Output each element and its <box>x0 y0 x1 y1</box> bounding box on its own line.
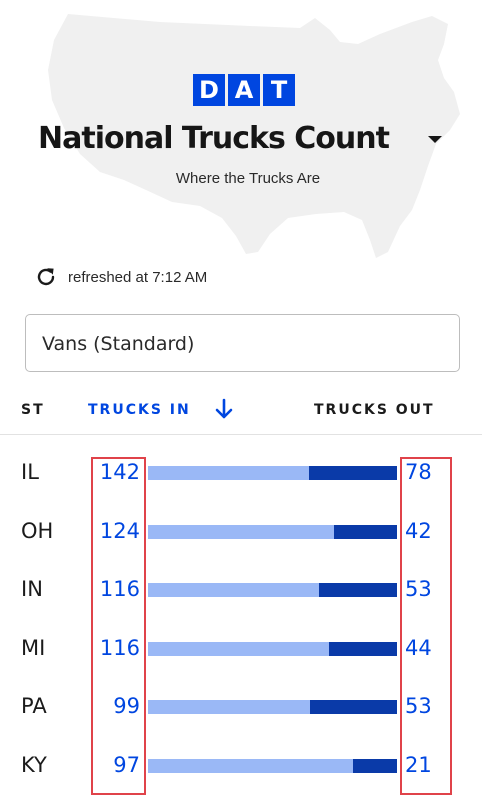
header-divider <box>0 434 482 435</box>
ratio-bar <box>148 466 397 480</box>
column-header-trucks-out[interactable]: TRUCKS OUT <box>314 402 435 418</box>
trucks-in-value: 142 <box>99 460 140 484</box>
bar-in-segment <box>148 466 309 480</box>
logo-letter: T <box>263 74 295 106</box>
trucks-in-value: 97 <box>113 752 140 777</box>
ratio-bar <box>148 641 397 656</box>
trucks-in-value: 99 <box>113 694 140 719</box>
bar-out-segment <box>310 700 397 715</box>
logo-letter: A <box>228 74 260 106</box>
bar-out-segment <box>318 583 397 598</box>
page-subtitle: Where the Trucks Are <box>175 170 321 187</box>
bar-in-segment <box>148 700 311 715</box>
state-code: KY <box>21 752 47 777</box>
arrow-down-icon[interactable] <box>214 398 234 420</box>
equipment-type-select[interactable]: Vans (Standard) <box>25 314 460 372</box>
refresh-status: refreshed at 7:12 AM <box>34 265 207 289</box>
refresh-timestamp: refreshed at 7:12 AM <box>68 268 208 286</box>
trucks-in-value: 116 <box>99 635 140 660</box>
trucks-in-value: 116 <box>99 577 140 602</box>
ratio-bar <box>148 583 397 598</box>
table-row[interactable]: IL 142 78 <box>0 444 482 503</box>
state-code: OH <box>21 518 54 543</box>
table-row[interactable]: KY 97 21 <box>0 737 482 796</box>
bar-in-segment <box>148 758 353 773</box>
table-row[interactable]: PA 99 53 <box>0 678 482 737</box>
table-header: ST TRUCKS IN TRUCKS OUT <box>0 396 482 426</box>
column-header-state[interactable]: ST <box>21 402 45 418</box>
state-code: MI <box>21 635 46 660</box>
trucks-out-value: 53 <box>405 577 432 602</box>
bar-out-segment <box>334 524 397 539</box>
trucks-out-value: 78 <box>405 460 432 484</box>
state-code: IL <box>21 460 39 484</box>
ratio-bar <box>148 700 397 715</box>
bar-out-segment <box>352 758 397 773</box>
trucks-out-value: 53 <box>405 694 432 719</box>
bar-out-segment <box>328 641 397 656</box>
table-row[interactable]: MI 116 44 <box>0 620 482 679</box>
page-title: National Trucks Count <box>38 121 390 156</box>
title-row[interactable]: National Trucks Count <box>0 116 482 162</box>
caret-down-icon[interactable] <box>428 136 442 143</box>
bar-in-segment <box>148 524 334 539</box>
trucks-out-value: 44 <box>405 635 432 660</box>
table-row[interactable]: IN 116 53 <box>0 561 482 620</box>
state-code: IN <box>21 577 43 602</box>
bar-in-segment <box>148 583 319 598</box>
state-code: PA <box>21 694 47 719</box>
bar-in-segment <box>148 641 329 656</box>
trucks-out-value: 42 <box>405 518 432 543</box>
ratio-bar <box>148 758 397 773</box>
column-header-trucks-in[interactable]: TRUCKS IN <box>88 402 191 418</box>
dat-logo: D A T <box>193 74 295 106</box>
table-row[interactable]: OH 124 42 <box>0 503 482 562</box>
equipment-type-value: Vans (Standard) <box>42 333 195 355</box>
trucks-out-value: 21 <box>405 752 432 777</box>
logo-letter: D <box>193 74 225 106</box>
refresh-icon[interactable] <box>34 265 58 289</box>
ratio-bar <box>148 524 397 539</box>
trucks-count-page: D A T National Trucks Count Where the Tr… <box>0 0 482 797</box>
state-rows: IL 142 78 OH 124 42 IN 116 53 MI 116 44 … <box>0 444 482 796</box>
trucks-in-value: 124 <box>99 518 140 543</box>
bar-out-segment <box>308 466 397 480</box>
